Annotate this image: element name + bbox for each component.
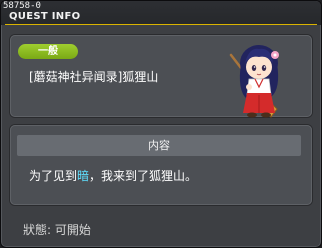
window-title: QUEST INFO bbox=[9, 11, 81, 22]
description-text-before: 为了见到 bbox=[29, 169, 78, 183]
quest-category-badge: 一般 bbox=[18, 44, 78, 59]
content-section-title: 内容 bbox=[17, 135, 301, 156]
title-underline bbox=[5, 24, 317, 25]
quest-description: 为了见到暗，我来到了狐狸山。 bbox=[29, 168, 197, 184]
quest-info-window: 58758-0 QUEST INFO 一般 [蘑菇神社异闻录]狐狸山 内容 为了… bbox=[0, 0, 322, 248]
description-text-after: ，我来到了狐狸山。 bbox=[89, 169, 198, 183]
quest-name: [蘑菇神社异闻录]狐狸山 bbox=[29, 70, 159, 84]
shrine-maiden-with-broom-icon bbox=[229, 45, 279, 118]
quest-status: 狀態: 可開始 bbox=[23, 223, 91, 237]
npc-name-highlight[interactable]: 暗 bbox=[77, 169, 89, 183]
